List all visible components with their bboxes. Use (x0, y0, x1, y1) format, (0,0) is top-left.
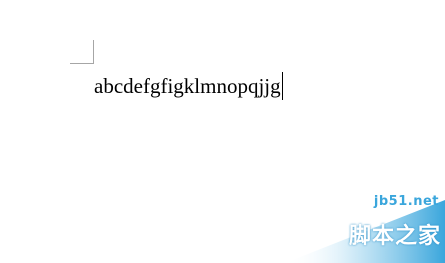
document-text-line[interactable]: abcdefgfigklmnopqjjg (94, 71, 283, 101)
watermark-name-text: 脚本之家 (348, 224, 441, 249)
site-watermark: jb51.net 脚本之家 (285, 188, 445, 263)
margin-corner-mark (70, 40, 94, 64)
document-text[interactable]: abcdefgfigklmnopqjjg (94, 74, 281, 98)
text-cursor (281, 72, 283, 100)
watermark-site-text: jb51.net (373, 194, 439, 209)
document-page[interactable]: abcdefgfigklmnopqjjg jb51.net 脚本之家 (0, 0, 445, 263)
